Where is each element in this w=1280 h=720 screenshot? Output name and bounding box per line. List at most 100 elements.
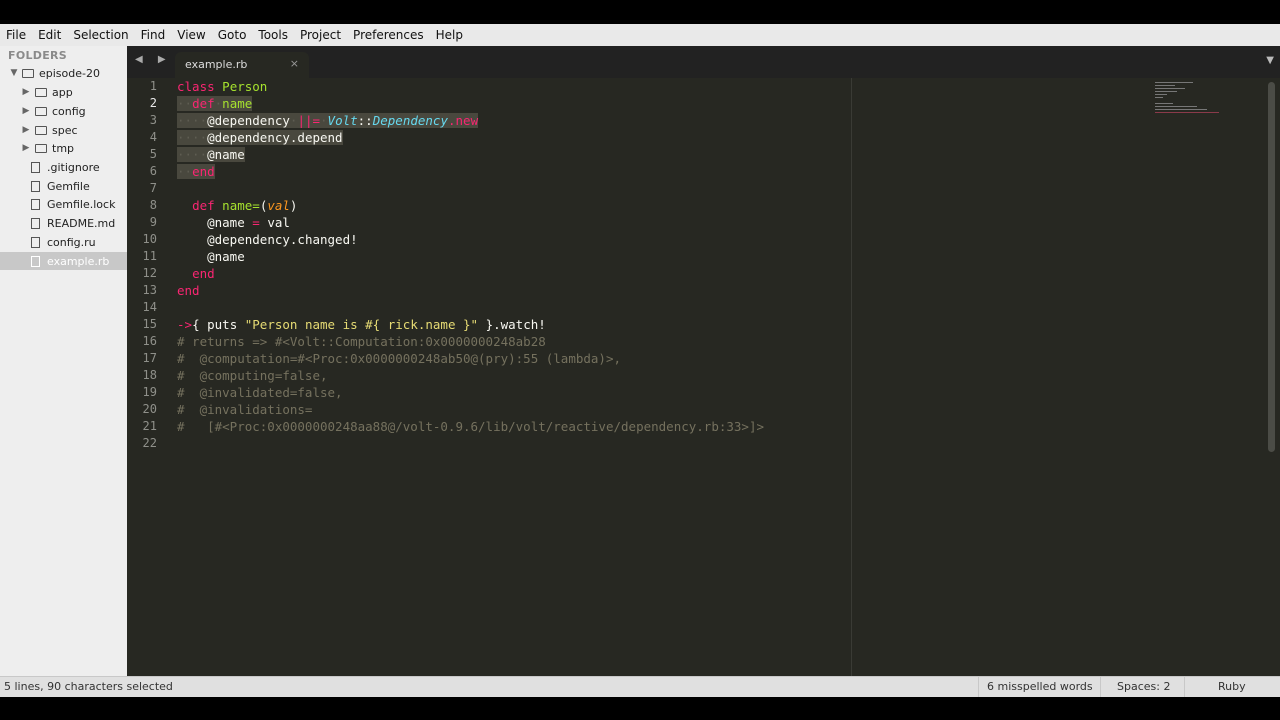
code-text: @dependency.changed! <box>207 232 358 247</box>
folder-icon <box>35 143 47 153</box>
menu-project[interactable]: Project <box>294 24 347 46</box>
collapse-triangle-icon[interactable]: ▶ <box>21 87 31 97</box>
tab-label: example.rb <box>185 58 248 71</box>
sidebar-file-example-rb[interactable]: example.rb <box>0 252 127 270</box>
line-number: 10 <box>142 232 157 246</box>
sidebar-folder-config[interactable]: ▶ config <box>0 102 127 120</box>
line-number: 11 <box>142 249 157 263</box>
menu-help[interactable]: Help <box>430 24 469 46</box>
sidebar-file-gemfile[interactable]: Gemfile <box>0 177 127 195</box>
syntax-status[interactable]: Ruby <box>1218 680 1246 693</box>
line-number: 16 <box>142 334 157 348</box>
menu-edit[interactable]: Edit <box>32 24 67 46</box>
line-number: 14 <box>142 300 157 314</box>
line-number: 9 <box>149 215 157 229</box>
sidebar-file-label: .gitignore <box>47 160 100 174</box>
instance-variable: @name <box>207 215 245 230</box>
sidebar-file-config-ru[interactable]: config.ru <box>0 233 127 251</box>
line-number: 2 <box>149 96 157 110</box>
menu-file[interactable]: File <box>0 24 32 46</box>
sidebar-file-readme[interactable]: README.md <box>0 214 127 232</box>
code-line: end <box>177 265 764 282</box>
collapse-triangle-icon[interactable]: ▶ <box>21 143 31 153</box>
menu-find[interactable]: Find <box>135 24 172 46</box>
collapse-triangle-icon[interactable]: ▶ <box>21 106 31 116</box>
sidebar-folder-label: config <box>52 104 86 118</box>
code-text: }.watch! <box>478 317 546 332</box>
class-name: Person <box>222 79 268 94</box>
comment-line: # @invalidations= <box>177 402 313 417</box>
line-number: 19 <box>142 385 157 399</box>
sidebar-folder-label: tmp <box>52 141 75 155</box>
selection-status: 5 lines, 90 characters selected <box>4 680 173 693</box>
menu-selection[interactable]: Selection <box>67 24 134 46</box>
folder-icon <box>35 125 47 135</box>
comment-line: # @invalidated=false, <box>177 385 343 400</box>
sidebar-folder-tmp[interactable]: ▶ tmp <box>0 139 127 157</box>
vertical-scrollbar[interactable] <box>1268 82 1275 452</box>
close-icon[interactable]: × <box>290 57 299 70</box>
line-number: 17 <box>142 351 157 365</box>
sidebar-folder-label: app <box>52 85 73 99</box>
file-icon <box>31 217 40 229</box>
sidebar-file-label: example.rb <box>47 254 110 268</box>
sidebar-folder-app[interactable]: ▶ app <box>0 83 127 101</box>
sidebar-root-folder[interactable]: ▼ episode-20 <box>0 64 127 82</box>
indentation-status[interactable]: Spaces: 2 <box>1117 680 1170 693</box>
sidebar-file-gemfile-lock[interactable]: Gemfile.lock <box>0 195 127 213</box>
code-line-selected: ····@dependency.depend <box>177 130 343 145</box>
string-literal: "Person name is #{ rick.name }" <box>244 317 479 332</box>
tab-example-rb[interactable]: example.rb × <box>175 52 309 78</box>
code-line: @dependency.changed! <box>177 231 764 248</box>
collapse-triangle-icon[interactable]: ▶ <box>21 125 31 135</box>
keyword-end: end <box>177 283 200 298</box>
line-number: 18 <box>142 368 157 382</box>
code-text: { puts <box>192 317 245 332</box>
folder-open-icon <box>22 68 34 78</box>
menu-preferences[interactable]: Preferences <box>347 24 430 46</box>
minimap[interactable] <box>1155 82 1225 124</box>
code-line: end <box>177 282 764 299</box>
keyword-end: end <box>192 266 215 281</box>
line-number: 1 <box>149 79 157 93</box>
file-icon <box>31 255 40 267</box>
folder-icon <box>35 87 47 97</box>
keyword-new: new <box>455 113 479 128</box>
status-bar: 5 lines, 90 characters selected 6 misspe… <box>0 676 1280 697</box>
file-icon <box>31 180 40 192</box>
spelling-status[interactable]: 6 misspelled words <box>987 680 1093 693</box>
code-editor[interactable]: 1 2 3 4 5 6 7 8 9 10 11 12 13 14 15 16 1… <box>127 78 1280 676</box>
method-name: name= <box>222 198 260 213</box>
code-area[interactable]: class Person ··def·name ····@dependency·… <box>177 78 764 452</box>
line-number: 13 <box>142 283 157 297</box>
dot-op: . <box>447 113 456 128</box>
keyword-def: def <box>192 198 215 213</box>
line-number: 5 <box>149 147 157 161</box>
class-ref: Volt <box>327 113 358 128</box>
expand-triangle-icon[interactable]: ▼ <box>9 68 19 78</box>
keyword-end: end <box>192 164 215 179</box>
code-line: ->{ puts "Person name is #{ rick.name }"… <box>177 316 764 333</box>
line-number: 8 <box>149 198 157 212</box>
sidebar-file-label: Gemfile.lock <box>47 197 116 211</box>
sidebar-file-label: config.ru <box>47 235 96 249</box>
menu-view[interactable]: View <box>171 24 211 46</box>
sidebar-folder-spec[interactable]: ▶ spec <box>0 121 127 139</box>
keyword-class: class <box>177 79 215 94</box>
comment-line: # @computation=#<Proc:0x0000000248ab50@(… <box>177 351 622 366</box>
sidebar-file-label: README.md <box>47 216 116 230</box>
folder-icon <box>35 106 47 116</box>
menu-goto[interactable]: Goto <box>212 24 253 46</box>
code-text: val <box>267 215 290 230</box>
lambda-arrow: -> <box>177 317 193 332</box>
code-line-selected: ··def·name <box>177 96 253 111</box>
menu-tools[interactable]: Tools <box>252 24 294 46</box>
tab-nav-arrows-icon[interactable]: ◀ ▶ <box>135 54 172 65</box>
tab-dropdown-icon[interactable]: ▼ <box>1266 55 1274 66</box>
instance-variable: @dependency <box>207 113 290 128</box>
line-number: 20 <box>142 402 157 416</box>
comment-line: # [#<Proc:0x0000000248aa88@/volt-0.9.6/l… <box>177 419 764 434</box>
sidebar-file-gitignore[interactable]: .gitignore <box>0 158 127 176</box>
